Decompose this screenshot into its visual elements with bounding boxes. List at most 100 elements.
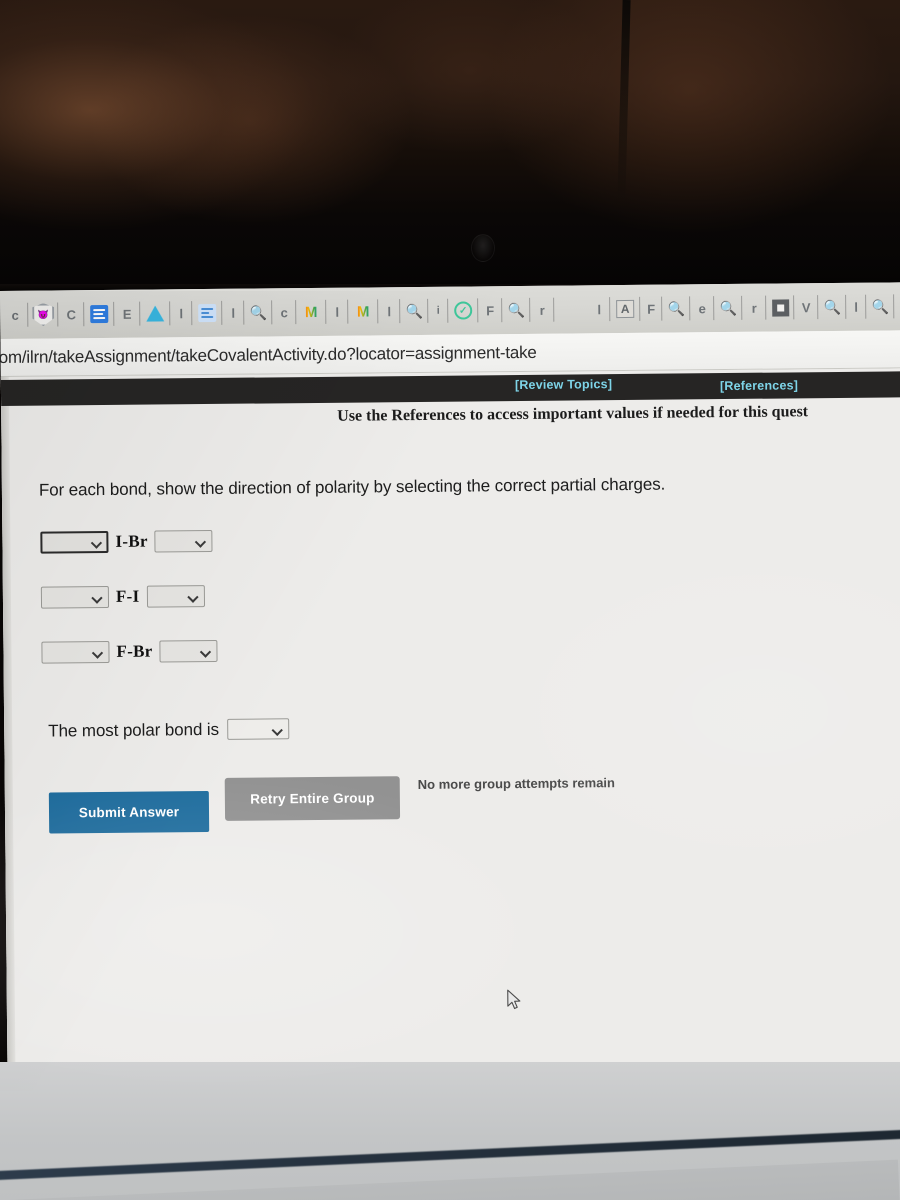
browser-tab[interactable]: l (326, 289, 348, 335)
select-wrapper (40, 585, 110, 609)
generic-page-icon: c (11, 307, 19, 323)
references-link[interactable]: [References] (720, 378, 798, 393)
gmail-icon: M (302, 302, 321, 321)
bond-1-label: F-I (115, 586, 140, 606)
dark-square-icon (771, 298, 789, 317)
search-icon: 🔍 (405, 302, 424, 320)
generic-page-icon: V (801, 299, 811, 315)
browser-tab[interactable]: l (378, 288, 400, 334)
browser-window: c 😈 C E l l 🔍 c M l M l 🔍 i ✓ F 🔍 r l A … (0, 282, 900, 1092)
page-left-edge-strip (0, 376, 16, 1092)
browser-tab[interactable]: 🔍 (714, 285, 742, 331)
browser-tab[interactable]: 🔍 (502, 287, 530, 333)
review-topics-link[interactable]: [Review Topics] (515, 377, 612, 392)
browser-tab[interactable]: 🔍 (400, 288, 428, 334)
green-circle-check-icon: ✓ (454, 301, 473, 320)
browser-tab[interactable]: 😈 (28, 291, 58, 337)
url-text[interactable]: om/ilrn/takeAssignment/takeCovalentActiv… (0, 342, 537, 367)
select-wrapper (40, 530, 109, 554)
browser-tab[interactable]: l (588, 286, 610, 332)
browser-tab[interactable]: V (794, 284, 818, 330)
browser-tab[interactable] (84, 291, 114, 337)
select-wrapper (159, 639, 218, 663)
bond-1-right-charge-select[interactable] (146, 585, 205, 608)
browser-tab[interactable]: c (2, 292, 28, 338)
bond-row: I-Br (40, 529, 213, 554)
mouse-cursor (507, 989, 521, 1010)
browser-tab[interactable]: i (428, 288, 448, 334)
google-drive-icon (146, 305, 165, 322)
generic-page-icon: r (751, 300, 757, 316)
browser-tab[interactable]: r (530, 287, 554, 333)
generic-page-icon: C (66, 306, 76, 322)
search-icon: 🔍 (249, 304, 268, 321)
most-polar-bond-label: The most polar bond is (48, 719, 220, 741)
select-wrapper (154, 529, 213, 553)
generic-page-icon: i (436, 304, 440, 317)
browser-tab[interactable] (192, 290, 222, 336)
search-icon: 🔍 (823, 298, 841, 316)
reference-instruction-text: Use the References to access important v… (337, 403, 809, 425)
question-prompt: For each bond, show the direction of pol… (38, 474, 666, 500)
bond-2-right-charge-select[interactable] (159, 639, 218, 663)
bond-1-left-charge-select[interactable] (40, 585, 110, 609)
bond-0-left-charge-select[interactable] (40, 530, 109, 554)
bond-0-label: I-Br (115, 531, 148, 551)
most-polar-bond-row: The most polar bond is (48, 718, 290, 741)
gmail-icon: M (354, 302, 373, 321)
browser-tab[interactable]: 🔍 (662, 285, 690, 331)
generic-page-icon: e (698, 300, 706, 316)
browser-tab-strip[interactable]: c 😈 C E l l 🔍 c M l M l 🔍 i ✓ F 🔍 r l A … (0, 282, 900, 339)
browser-tab[interactable]: C (58, 291, 84, 337)
browser-tab[interactable]: l (222, 290, 244, 336)
generic-page-icon: l (597, 301, 602, 317)
browser-tab[interactable]: A (610, 286, 640, 332)
bond-2-left-charge-select[interactable] (41, 640, 110, 664)
generic-page-icon: l (854, 299, 859, 315)
browser-tab[interactable] (140, 290, 170, 336)
browser-tab[interactable] (766, 284, 794, 330)
generic-page-icon: l (231, 305, 236, 321)
attempts-status-text: No more group attempts remain (417, 775, 616, 793)
search-icon: 🔍 (507, 301, 526, 319)
most-polar-bond-select[interactable] (226, 718, 290, 740)
browser-tab[interactable]: 🔍 (818, 284, 846, 330)
generic-page-icon: c (280, 304, 288, 320)
generic-page-icon: l (387, 303, 392, 319)
bond-2-label: F-Br (116, 641, 153, 661)
search-icon: 🔍 (871, 298, 889, 315)
bond-row: F-Br (41, 639, 218, 664)
search-icon: 🔍 (719, 299, 737, 317)
bond-0-right-charge-select[interactable] (154, 529, 213, 553)
browser-tab[interactable]: 🔍 (866, 283, 894, 329)
browser-tab[interactable]: l (846, 284, 866, 330)
submit-answer-button[interactable]: Submit Answer (48, 791, 210, 834)
search-icon: 🔍 (667, 300, 685, 317)
monitor-logo (471, 234, 495, 262)
generic-page-icon: F (486, 302, 495, 318)
browser-tab[interactable]: l (170, 290, 192, 336)
monitor-reflection-area (0, 0, 900, 292)
generic-page-icon: E (122, 306, 132, 322)
browser-tab[interactable] (554, 286, 588, 332)
browser-tab[interactable]: M (348, 288, 378, 334)
assignment-page: [Review Topics] [References] Use the Ref… (0, 368, 900, 1092)
generic-page-icon: F (647, 301, 656, 317)
browser-tab[interactable]: s (894, 283, 900, 329)
browser-tab[interactable]: r (742, 285, 766, 331)
browser-tab[interactable]: ✓ (448, 287, 478, 333)
google-docs-icon (90, 304, 109, 324)
browser-tab[interactable]: c (272, 289, 296, 335)
browser-tab[interactable]: e (690, 285, 714, 331)
browser-tab[interactable]: F (478, 287, 502, 333)
browser-tab[interactable]: M (296, 289, 326, 335)
retry-entire-group-button[interactable]: Retry Entire Group (224, 776, 401, 821)
browser-tab[interactable]: E (114, 291, 140, 337)
generic-page-icon: l (179, 305, 184, 321)
browser-tab[interactable]: F (640, 286, 662, 332)
action-button-row: Submit Answer Retry Entire Group No more… (48, 775, 616, 834)
browser-tab[interactable]: 🔍 (244, 289, 272, 335)
generic-page-icon: l (335, 304, 340, 320)
google-docs-light-icon (198, 303, 217, 323)
monitor-lower-photo-area (0, 1062, 900, 1200)
